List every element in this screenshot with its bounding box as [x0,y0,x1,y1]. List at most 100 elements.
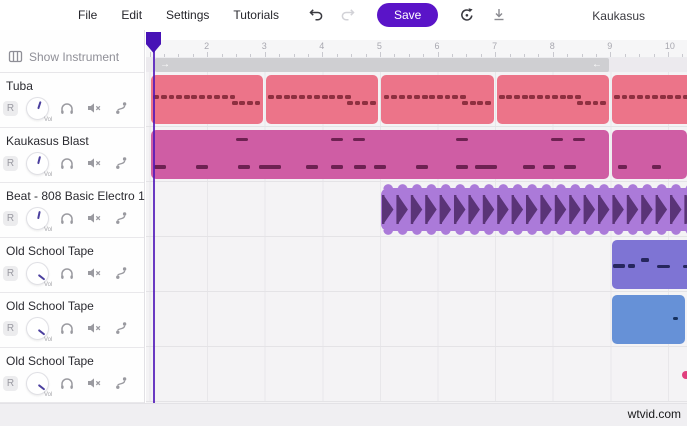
midi-note [584,101,591,105]
scrollbar-thumb[interactable]: → ← [155,58,609,72]
solo-headphones-icon[interactable] [59,100,75,121]
bar-number: 10 [664,41,675,51]
ruler-tick [279,54,281,57]
track-lane-1[interactable] [146,127,687,182]
project-title: Kaukasus [592,9,645,23]
bar-number: 2 [204,41,210,51]
midi-note [154,165,167,169]
solo-headphones-icon[interactable] [59,265,75,286]
audio-clip[interactable] [381,183,687,236]
ruler-tick [437,52,439,57]
record-arm-button[interactable]: R [3,101,18,116]
automation-icon[interactable] [113,210,129,231]
knob-needle [36,101,42,110]
solo-headphones-icon[interactable] [59,155,75,176]
midi-note [373,165,386,169]
track-controls: R Vol [0,97,144,127]
automation-icon[interactable] [113,320,129,341]
record-arm-button[interactable]: R [3,266,18,281]
ruler-tick [351,54,353,57]
track-name: Tuba [6,79,33,93]
midi-clip[interactable] [151,129,609,179]
automation-icon[interactable] [113,100,129,121]
track-lane-3[interactable] [146,237,687,292]
history-icon[interactable] [458,6,476,24]
midi-clip[interactable] [266,74,379,124]
bar-number: 5 [376,41,382,51]
midi-clip[interactable] [381,74,494,124]
track-lane-0[interactable] [146,72,687,127]
mute-icon[interactable] [86,155,102,176]
menu-item-tutorials[interactable]: Tutorials [233,8,279,22]
undo-icon[interactable] [307,6,325,24]
track-lane-5[interactable] [146,347,687,402]
midi-clip[interactable] [611,129,687,179]
show-instrument-button[interactable]: Show Instrument [0,30,144,73]
timeline-ruler[interactable]: 2 3 4 5 6 7 8 9 10 [146,40,687,58]
midi-note [469,101,476,105]
automation-icon[interactable] [113,265,129,286]
scroll-right-arrow-icon[interactable]: → [160,58,170,72]
track-header-5: Old School Tape R Vol [0,348,144,403]
bar-number: 3 [261,41,267,51]
track-name: Old School Tape [6,299,94,313]
knob-needle [37,274,45,281]
ruler-tick [379,52,381,57]
midi-note [521,95,528,99]
automation-icon[interactable] [113,375,129,396]
midi-note [627,264,636,268]
menu-item-file[interactable]: File [78,8,97,22]
midi-note [437,95,443,99]
midi-note [651,165,661,169]
record-arm-button[interactable]: R [3,321,18,336]
solo-headphones-icon[interactable] [59,320,75,341]
ruler-tick [509,54,511,57]
midi-note [498,95,505,99]
scroll-left-arrow-icon[interactable]: ← [592,58,602,72]
mute-icon[interactable] [86,320,102,341]
save-button[interactable]: Save [376,3,439,27]
vol-label: Vol [44,337,53,343]
mute-icon[interactable] [86,100,102,121]
playhead-line [152,51,155,403]
midi-clip[interactable] [496,74,609,124]
menu-item-edit[interactable]: Edit [121,8,142,22]
mute-icon[interactable] [86,210,102,231]
ruler-tick [235,54,237,57]
instrument-grid-icon [8,50,23,63]
track-lane-4[interactable] [146,292,687,347]
top-menu-bar: File Edit Settings Tutorials Save Kaukas… [0,0,687,30]
track-controls: R Vol [0,372,144,402]
ruler-tick [552,52,554,57]
midi-note [613,264,626,268]
record-arm-button[interactable]: R [3,376,18,391]
midi-note [529,95,536,99]
midi-note [544,95,551,99]
solo-headphones-icon[interactable] [59,210,75,231]
solo-headphones-icon[interactable] [59,375,75,396]
record-arm-button[interactable]: R [3,211,18,226]
ruler-tick [192,54,194,57]
midi-note [276,95,282,99]
bar-number: 8 [549,41,555,51]
menu-item-settings[interactable]: Settings [166,8,209,22]
track-lane-2[interactable] [146,182,687,237]
automation-icon[interactable] [113,155,129,176]
midi-clip[interactable] [151,74,264,124]
midi-clip[interactable] [611,294,685,344]
midi-clip[interactable] [611,74,687,124]
ruler-tick [178,54,180,57]
midi-note [183,95,190,99]
mute-icon[interactable] [86,375,102,396]
download-icon[interactable] [490,6,508,24]
midi-clip[interactable] [611,239,687,289]
ruler-tick [466,54,468,57]
clip-edge-marker[interactable] [681,370,687,379]
midi-note [462,101,468,105]
midi-note [675,95,681,99]
ruler-tick [567,54,569,57]
midi-note [477,101,484,105]
record-arm-button[interactable]: R [3,156,18,171]
mute-icon[interactable] [86,265,102,286]
horizontal-scrollbar[interactable]: → ← [146,58,687,72]
